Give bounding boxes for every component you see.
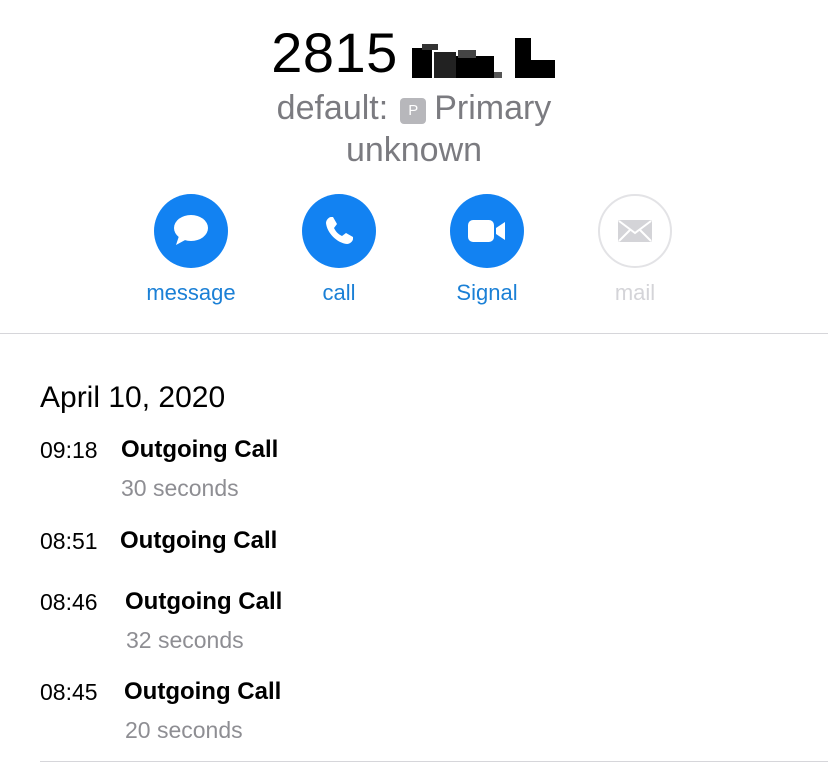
phone-icon[interactable] xyxy=(302,194,376,268)
call-button[interactable]: call xyxy=(269,194,409,306)
call-entry: 09:18 xyxy=(40,435,98,465)
call-entry: 08:45 xyxy=(40,677,98,707)
call-type: Outgoing Call xyxy=(120,527,278,554)
primary-badge-icon: P xyxy=(400,98,427,124)
call-type: Outgoing Call xyxy=(125,588,283,615)
video-camera-icon[interactable] xyxy=(450,194,524,268)
call-duration: 32 seconds xyxy=(126,627,244,653)
call-type: Outgoing Call xyxy=(121,436,279,463)
call-entry: 08:46 xyxy=(40,587,98,617)
label-name: Primary xyxy=(434,89,552,127)
phone-number-digits: 2815 xyxy=(271,21,398,84)
call-time: 08:46 xyxy=(40,589,98,615)
contact-status: unknown xyxy=(345,131,483,169)
mail-label: mail xyxy=(614,280,656,305)
history-date: April 10, 2020 xyxy=(40,381,226,414)
redacted-digits xyxy=(411,38,557,78)
number-label: default: P Primary xyxy=(0,86,828,130)
signal-button[interactable]: Signal xyxy=(417,194,557,306)
call-duration: 20 seconds xyxy=(125,717,243,743)
call-time: 08:51 xyxy=(40,528,98,554)
phone-number: 2815 xyxy=(0,18,828,88)
call-time: 09:18 xyxy=(40,437,98,463)
signal-label: Signal xyxy=(456,280,518,305)
label-prefix: default: xyxy=(276,89,389,127)
mail-button[interactable]: mail xyxy=(565,194,705,306)
message-button[interactable]: message xyxy=(121,194,261,306)
message-label: message xyxy=(146,280,236,305)
envelope-icon[interactable] xyxy=(598,194,672,268)
bottom-divider xyxy=(40,761,828,762)
call-duration: 30 seconds xyxy=(121,475,239,501)
call-label: call xyxy=(322,280,356,305)
call-type: Outgoing Call xyxy=(124,678,282,705)
message-bubble-icon[interactable] xyxy=(154,194,228,268)
call-time: 08:45 xyxy=(40,679,98,705)
section-divider xyxy=(0,333,828,334)
call-entry: 08:51 xyxy=(40,526,98,556)
